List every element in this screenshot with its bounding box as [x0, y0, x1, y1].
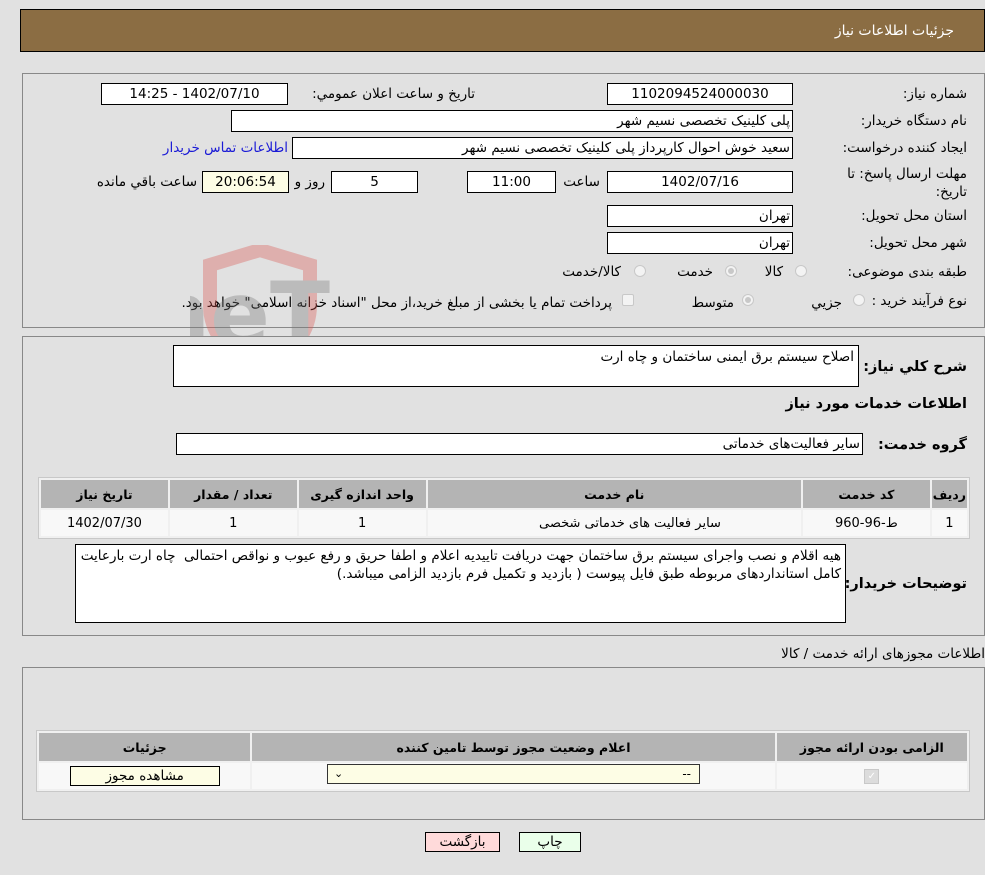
permit-status-value: -- [682, 767, 691, 781]
col-quantity: تعداد / مقدار [169, 480, 297, 508]
description-textarea[interactable]: اصلاح سیستم برق ایمنی ساختمان و چاه ارت [173, 345, 859, 387]
cell-service-code: ط-96-960 [802, 510, 930, 536]
buyer-contact-link[interactable]: اطلاعات تماس خريدار [163, 140, 288, 156]
cell-service-name: سایر فعالیت های خدماتی شخصی [427, 510, 801, 536]
city-label: شهر محل تحويل: [869, 235, 967, 251]
deadline-time-label: ساعت [563, 174, 600, 190]
process-radio-minor[interactable] [853, 294, 865, 306]
process-option-minor: جزيي [811, 295, 842, 311]
cell-permit-required: ✓ [776, 763, 967, 789]
col-service-code: کد خدمت [802, 480, 930, 508]
days-remaining-field: 5 [331, 171, 418, 193]
requester-field: سعید خوش احوال کارپرداز پلی کلینیک تخصصی… [292, 137, 793, 159]
cell-need-date: 1402/07/30 [41, 510, 168, 536]
category-option-goods-service: کالا/خدمت [562, 264, 621, 280]
permits-section-title: اطلاعات مجوزهای ارائه خدمت / کالا [781, 646, 985, 662]
col-permit-required: الزامی بودن ارائه مجوز [776, 733, 967, 761]
view-permit-button[interactable]: مشاهده مجوز [69, 766, 220, 786]
category-option-goods: کالا [764, 264, 783, 280]
announce-datetime-field: 1402/07/10 - 14:25 [101, 83, 288, 105]
category-radio-service[interactable] [725, 265, 737, 277]
deadline-time-field: 11:00 [467, 171, 556, 193]
category-option-service: خدمت [677, 264, 713, 280]
print-button[interactable]: چاپ [519, 832, 581, 852]
cell-permit-status: -- ⌄ [252, 763, 775, 789]
process-label: نوع فرآيند خريد : [871, 293, 967, 309]
service-group-field: ساير فعاليت‌هاى خدماتى [176, 433, 863, 455]
col-permit-status: اعلام وضعيت مجوز توسط تامين کننده [252, 733, 775, 761]
permit-status-select[interactable]: -- ⌄ [327, 764, 700, 784]
province-label: استان محل تحويل: [861, 208, 967, 224]
buyer-notes-label: توضيحات خريدار: [844, 576, 967, 592]
col-permit-details: جزئيات [39, 733, 251, 761]
category-label: طبقه بندی موضوعی: [847, 264, 967, 280]
remaining-time-label: ساعت باقي مانده [96, 174, 197, 190]
province-field: تهران [607, 205, 793, 227]
page-title: جزئیات اطلاعات نیاز [834, 23, 954, 39]
col-need-date: تاريخ نياز [41, 480, 168, 508]
announce-label: تاريخ و ساعت اعلان عمومي: [312, 86, 475, 102]
need-number-label: شماره نیاز: [902, 86, 967, 102]
buyer-notes-textarea[interactable]: هیه اقلام و نصب واجرای سیستم برق ساختمان… [75, 544, 846, 623]
deadline-date-field: 1402/07/16 [607, 171, 793, 193]
buyer-org-label: نام دستگاه خريدار: [860, 113, 967, 129]
category-radio-goods[interactable] [795, 265, 807, 277]
chevron-down-icon: ⌄ [334, 767, 344, 780]
description-label: شرح کلي نياز: [863, 359, 967, 375]
buyer-org-field: پلی کلینیک تخصصی نسیم شهر [231, 110, 793, 132]
days-label: روز و [294, 174, 325, 190]
service-group-label: گروه خدمت: [877, 437, 967, 453]
table-row: 1 ط-96-960 سایر فعالیت های خدماتی شخصی 1… [41, 510, 967, 536]
category-radio-goods-service[interactable] [634, 265, 646, 277]
cell-row: 1 [931, 510, 967, 536]
deadline-label: مهلت ارسال پاسخ: تا تاريخ: [847, 166, 967, 200]
col-row: رديف [931, 480, 967, 508]
services-table: رديف کد خدمت نام خدمت واحد اندازه گيری ت… [38, 477, 970, 539]
services-table-header: رديف کد خدمت نام خدمت واحد اندازه گيری ت… [41, 480, 967, 508]
table-row: ✓ -- ⌄ مشاهده مجوز [39, 763, 967, 789]
need-number-field: 1102094524000030 [607, 83, 793, 105]
requester-label: ايجاد کننده درخواست: [842, 140, 967, 156]
remaining-time-field: 20:06:54 [202, 171, 289, 193]
services-section-title: اطلاعات خدمات مورد نياز [785, 396, 967, 412]
permits-table-header: الزامی بودن ارائه مجوز اعلام وضعيت مجوز … [39, 733, 967, 761]
page-header: جزئیات اطلاعات نیاز [20, 9, 985, 52]
permits-table: الزامی بودن ارائه مجوز اعلام وضعيت مجوز … [36, 730, 970, 792]
permit-required-checkbox[interactable]: ✓ [864, 769, 880, 784]
process-radio-medium[interactable] [742, 294, 754, 306]
treasury-checkbox[interactable] [622, 294, 634, 306]
process-option-medium: متوسط [691, 295, 734, 311]
cell-unit: 1 [298, 510, 426, 536]
cell-quantity: 1 [169, 510, 297, 536]
cell-permit-details: مشاهده مجوز [39, 763, 251, 789]
col-service-name: نام خدمت [427, 480, 801, 508]
back-button[interactable]: بازگشت [425, 832, 500, 852]
col-unit: واحد اندازه گيری [298, 480, 426, 508]
city-field: تهران [607, 232, 793, 254]
treasury-note: پرداخت تمام يا بخشی از مبلغ خريد،از محل … [181, 295, 612, 311]
